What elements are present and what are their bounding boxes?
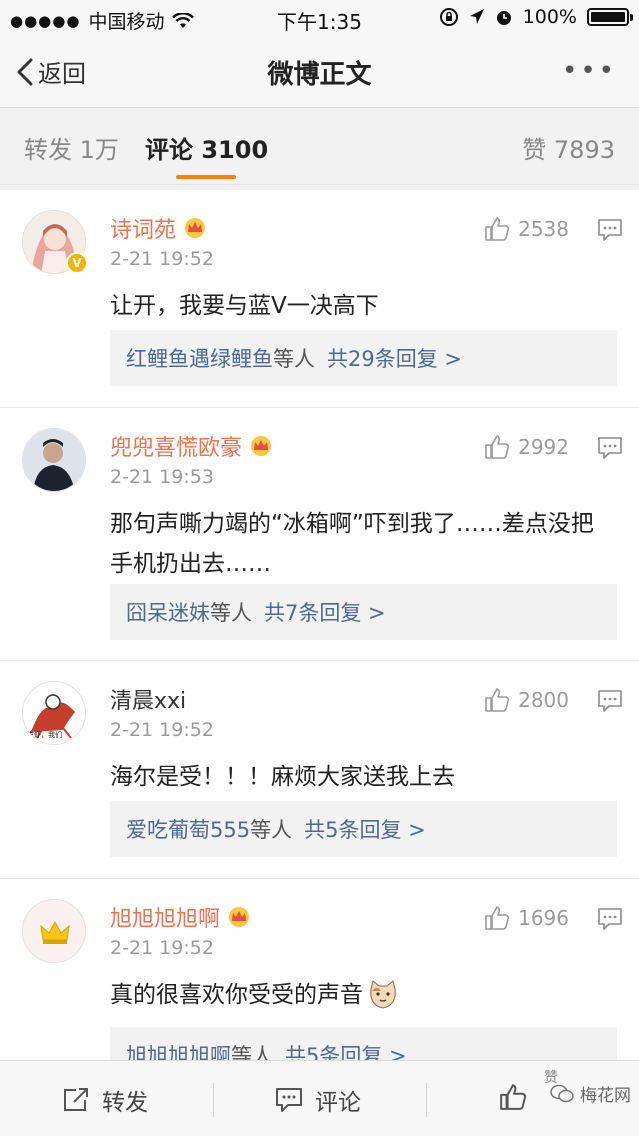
- repost-label: 转发: [102, 1090, 148, 1116]
- tab-like[interactable]: 赞 7893: [522, 130, 615, 165]
- comment-reply-icon[interactable]: [597, 436, 623, 460]
- bottom-toolbar: 转发 评论 赞 梅花网: [0, 1060, 639, 1136]
- verified-badge-icon: V: [66, 252, 88, 274]
- more-button[interactable]: •••: [562, 56, 617, 86]
- comment-text: 那句声嘶力竭的“冰箱啊”吓到我了……差点没把手机扔出去……: [110, 511, 594, 577]
- replies-link[interactable]: 红鲤鱼遇绿鲤鱼 等人 共29条回复 >: [110, 330, 617, 386]
- comment-icon: [276, 1088, 302, 1112]
- avatar[interactable]: [22, 899, 86, 963]
- crown-avatar-icon: [23, 900, 85, 962]
- watermark-text: 梅花网: [580, 1086, 631, 1106]
- avatar[interactable]: 皮虾，我们: [22, 681, 86, 745]
- avatar[interactable]: [22, 428, 86, 492]
- like-button[interactable]: 2992: [484, 434, 569, 460]
- alarm-icon: [496, 11, 511, 25]
- like-count: 2992: [518, 435, 569, 459]
- comment-text-row: 真的很喜欢你受受的声音: [110, 975, 620, 1015]
- comment-text: 真的很喜欢你受受的声音: [110, 982, 363, 1008]
- watermark: 梅花网: [550, 1081, 631, 1106]
- vip-crown-icon: [229, 907, 250, 927]
- reply-count: 共7条回复 >: [264, 601, 386, 625]
- thumbs-up-icon: [500, 1084, 527, 1110]
- divider: [213, 1083, 214, 1117]
- comment-item: 旭旭旭旭啊 2-21 19:52 1696 真的很喜欢你受受的声音 旭旭旭旭啊 …: [0, 879, 639, 1083]
- reply-users: 爱吃葡萄555: [126, 818, 251, 842]
- avatar-caption: 皮虾，我们: [27, 731, 62, 739]
- comment-reply-icon[interactable]: [597, 218, 623, 242]
- comment-list: V 诗词苑 2-21 19:52 2538 让开，我要与蓝V一决高下 红鲤鱼遇绿…: [0, 190, 639, 1083]
- username[interactable]: 兜兜喜慌欧豪: [110, 430, 242, 462]
- like-button[interactable]: 2538: [484, 216, 569, 242]
- comment-reply-icon[interactable]: [597, 689, 623, 713]
- comment-reply-icon[interactable]: [597, 907, 623, 931]
- vip-crown-icon: [251, 436, 272, 456]
- thumbs-up-icon: [485, 435, 510, 459]
- thumbs-up-icon: [485, 217, 510, 241]
- replies-link[interactable]: 爱吃葡萄555 等人 共5条回复 >: [110, 801, 617, 857]
- divider: [426, 1083, 427, 1117]
- reply-suffix: 等人: [250, 818, 293, 842]
- reply-suffix: 等人: [273, 347, 315, 371]
- comment-item: V 诗词苑 2-21 19:52 2538 让开，我要与蓝V一决高下 红鲤鱼遇绿…: [0, 190, 639, 408]
- username[interactable]: 清晨xxi: [110, 683, 186, 715]
- tab-comment[interactable]: 评论 3100: [145, 130, 268, 165]
- reply-users: 囧呆迷妹: [126, 601, 210, 625]
- nav-bar: 返回 微博正文 •••: [0, 36, 639, 108]
- replies-link[interactable]: 囧呆迷妹 等人 共7条回复 >: [110, 584, 617, 640]
- tab-bar: 转发 1万 评论 3100 赞 7893: [0, 109, 639, 185]
- reply-count: 共29条回复 >: [327, 347, 462, 371]
- share-icon: [64, 1088, 88, 1111]
- comment-label: 评论: [315, 1090, 361, 1116]
- tab-repost[interactable]: 转发 1万: [24, 130, 119, 165]
- like-count: 2538: [518, 217, 569, 241]
- battery-icon: [587, 8, 633, 26]
- avatar-photo: [23, 429, 85, 491]
- wechat-icon: [550, 1084, 574, 1102]
- comment-button[interactable]: 评论: [275, 1083, 361, 1117]
- comment-item: 皮虾，我们 清晨xxi 2-21 19:52 2800 海尔是受！！！麻烦大家送…: [0, 661, 639, 879]
- comment-time: 2-21 19:52: [110, 719, 214, 741]
- active-tab-indicator: [176, 175, 236, 179]
- comment-time: 2-21 19:52: [110, 937, 214, 959]
- like-button[interactable]: 2800: [484, 687, 569, 713]
- comment-time: 2-21 19:53: [110, 466, 214, 488]
- reply-count: 共5条回复 >: [304, 818, 426, 842]
- vip-crown-icon: [185, 218, 206, 238]
- comment-item: 兜兜喜慌欧豪 2-21 19:53 2992 那句声嘶力竭的“冰箱啊”吓到我了……: [0, 408, 639, 661]
- username[interactable]: 旭旭旭旭啊: [110, 901, 220, 933]
- cat-emoji-icon: [370, 980, 396, 1009]
- like-count: 2800: [518, 688, 569, 712]
- thumbs-up-icon: [485, 688, 510, 712]
- like-button[interactable]: 1696: [484, 905, 569, 931]
- comment-time: 2-21 19:52: [110, 248, 214, 270]
- username[interactable]: 诗词苑: [110, 212, 176, 244]
- battery-percent: 100%: [522, 6, 577, 28]
- comment-text: 让开，我要与蓝V一决高下: [110, 293, 379, 319]
- page-title: 微博正文: [267, 60, 372, 90]
- repost-button[interactable]: 转发: [62, 1083, 148, 1117]
- like-count: 1696: [518, 906, 569, 930]
- like-toolbar-button[interactable]: [498, 1083, 528, 1111]
- comment-text: 海尔是受！！！麻烦大家送我上去: [110, 764, 455, 790]
- reply-users: 红鲤鱼遇绿鲤鱼: [126, 347, 273, 371]
- status-bar: ●●●●● 中国移动 下午1:35 100%: [0, 0, 639, 36]
- reply-suffix: 等人: [210, 601, 252, 625]
- rotation-lock-icon: [439, 8, 458, 26]
- location-icon: [469, 9, 484, 24]
- thumbs-up-icon: [485, 906, 510, 930]
